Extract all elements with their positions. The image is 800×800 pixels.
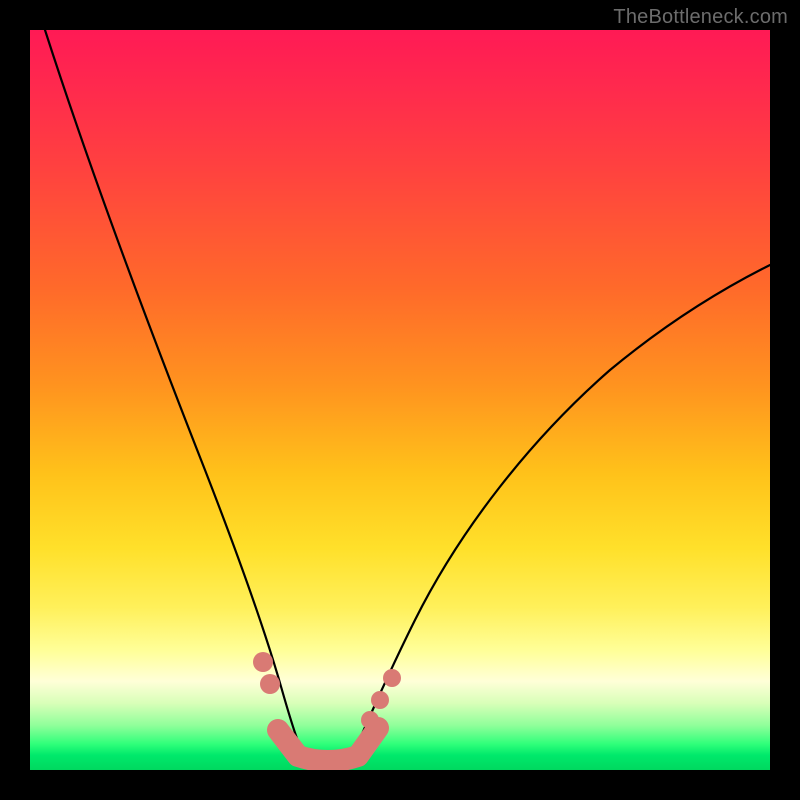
marker-right-1 [361, 711, 379, 729]
marker-left-2 [260, 674, 280, 694]
marker-right-3 [383, 669, 401, 687]
curve-layer [30, 30, 770, 770]
plot-area [30, 30, 770, 770]
trough-band [278, 728, 378, 761]
outer-frame: TheBottleneck.com [0, 0, 800, 800]
marker-left-1 [253, 652, 273, 672]
right-curve [348, 265, 770, 765]
marker-right-2 [371, 691, 389, 709]
watermark-text: TheBottleneck.com [613, 6, 788, 29]
